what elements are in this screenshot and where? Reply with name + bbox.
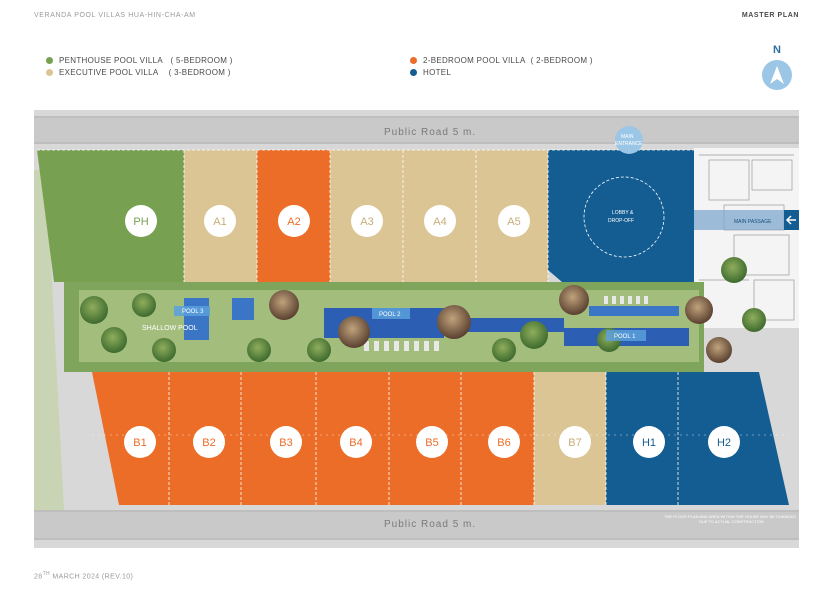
legend-swatch-executive xyxy=(46,68,53,76)
shallow-pool-label: SHALLOW POOL xyxy=(142,325,198,332)
unit-label-ph: PH xyxy=(125,205,157,237)
unit-label-h1: H1 xyxy=(633,426,665,458)
section-title: MASTER PLAN xyxy=(741,12,799,19)
project-title: VERANDA POOL VILLAS HUA-HIN-CHA-AM xyxy=(34,12,196,19)
legend-left: PENTHOUSE POOL VILLA ( 5-BEDROOM ) EXECU… xyxy=(46,54,233,78)
unit-label-a1: A1 xyxy=(204,205,236,237)
lobby-label-line2: DROP-OFF xyxy=(608,218,634,224)
lobby-label-line1: LOBBY & xyxy=(612,210,634,216)
svg-text:B5: B5 xyxy=(425,437,438,449)
disclaimer-line2: DUE TO ACTUAL CONSTRUCTION xyxy=(699,519,764,524)
svg-text:B1: B1 xyxy=(133,437,146,449)
adjacent-building xyxy=(694,148,799,328)
pool-3-label: POOL 3 xyxy=(182,309,204,315)
svg-text:A3: A3 xyxy=(360,216,373,228)
svg-text:A2: A2 xyxy=(287,216,300,228)
unit-label-h2: H2 xyxy=(708,426,740,458)
svg-text:H1: H1 xyxy=(642,437,656,449)
svg-text:PH: PH xyxy=(133,216,148,228)
unit-label-b6: B6 xyxy=(488,426,520,458)
unit-label-a2: A2 xyxy=(278,205,310,237)
legend-swatch-2bedroom xyxy=(410,56,417,64)
north-label: N xyxy=(773,44,781,56)
legend-note: ( 2-BEDROOM ) xyxy=(530,55,593,65)
main-entrance-line2: ENTRANCE xyxy=(615,141,643,147)
unit-label-b7: B7 xyxy=(559,426,591,458)
unit-label-a4: A4 xyxy=(424,205,456,237)
pool-1-label: POOL 1 xyxy=(614,334,636,340)
svg-text:A1: A1 xyxy=(213,216,226,228)
legend-swatch-penthouse xyxy=(46,56,53,64)
legend-note: ( 3-BEDROOM ) xyxy=(168,67,231,77)
unit-label-b1: B1 xyxy=(124,426,156,458)
main-entrance-line1: MAIN xyxy=(621,134,634,140)
north-arrow-icon xyxy=(762,60,792,90)
legend-label: EXECUTIVE POOL VILLA xyxy=(59,67,159,77)
main-entrance-marker xyxy=(615,126,643,154)
main-passage-label: MAIN PASSAGE xyxy=(734,219,772,225)
svg-text:B7: B7 xyxy=(568,437,581,449)
unit-ph xyxy=(37,150,184,282)
pool-3 xyxy=(184,298,209,340)
north-compass: N xyxy=(760,44,794,90)
svg-text:A5: A5 xyxy=(507,216,520,228)
svg-text:H2: H2 xyxy=(717,437,731,449)
legend-item-2bedroom: 2-BEDROOM POOL VILLA ( 2-BEDROOM ) xyxy=(410,54,593,66)
legend-item-hotel: HOTEL xyxy=(410,66,593,78)
pool-2-label: POOL 2 xyxy=(379,312,401,318)
unit-label-b3: B3 xyxy=(270,426,302,458)
legend-label: HOTEL xyxy=(423,67,452,77)
unit-label-b5: B5 xyxy=(416,426,448,458)
unit-label-b4: B4 xyxy=(340,426,372,458)
svg-text:B6: B6 xyxy=(497,437,510,449)
legend-swatch-hotel xyxy=(410,68,417,76)
svg-text:B4: B4 xyxy=(349,437,362,449)
unit-label-b2: B2 xyxy=(193,426,225,458)
bottom-road-label: Public Road 5 m. xyxy=(384,519,476,530)
revision-date: 28TH MARCH 2024 (REV.10) xyxy=(34,570,134,580)
legend-label: PENTHOUSE POOL VILLA xyxy=(59,55,163,65)
legend-item-penthouse: PENTHOUSE POOL VILLA ( 5-BEDROOM ) xyxy=(46,54,233,66)
master-plan-map: Public Road 5 m. Public Road 5 m. LOBBY … xyxy=(34,110,799,548)
unit-hotel xyxy=(548,150,694,282)
svg-text:A4: A4 xyxy=(433,216,446,228)
svg-text:B2: B2 xyxy=(202,437,215,449)
unit-label-a3: A3 xyxy=(351,205,383,237)
legend-label: 2-BEDROOM POOL VILLA xyxy=(423,55,526,65)
unit-label-a5: A5 xyxy=(498,205,530,237)
legend-note: ( 5-BEDROOM ) xyxy=(170,55,233,65)
legend-item-executive: EXECUTIVE POOL VILLA ( 3-BEDROOM ) xyxy=(46,66,233,78)
svg-text:B3: B3 xyxy=(279,437,292,449)
top-road-label: Public Road 5 m. xyxy=(384,127,476,138)
legend-right: 2-BEDROOM POOL VILLA ( 2-BEDROOM ) HOTEL xyxy=(410,54,593,78)
